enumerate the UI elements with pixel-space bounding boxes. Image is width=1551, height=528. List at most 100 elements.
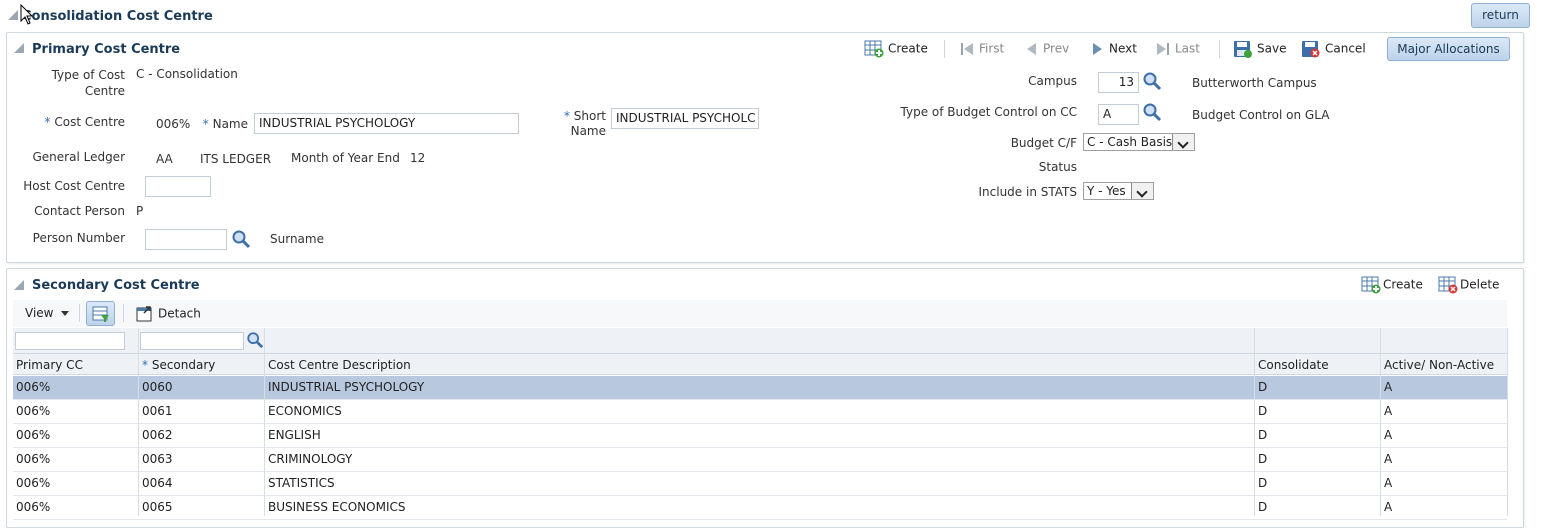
table-row[interactable]: 006% 0065 BUSINESS ECONOMICS D A (13, 496, 1507, 520)
cell-description: ENGLISH (268, 428, 321, 442)
search-icon[interactable] (1142, 71, 1162, 91)
detach-icon (136, 306, 152, 322)
prev-icon (1027, 43, 1036, 55)
collapse-triangle-icon[interactable] (8, 10, 18, 20)
collapse-triangle-icon[interactable] (14, 280, 24, 290)
cancel-button[interactable]: Cancel (1301, 40, 1366, 58)
first-button[interactable]: First (958, 40, 1004, 58)
save-button[interactable]: Save (1233, 40, 1286, 58)
return-button[interactable]: return (1471, 3, 1530, 28)
surname-label: Surname (270, 232, 324, 246)
last-button[interactable]: Last (1154, 40, 1200, 58)
table-row[interactable]: 006% 0062 ENGLISH D A (13, 424, 1507, 448)
cell-primary-cc: 006% (16, 380, 51, 394)
type-of-cost-centre-label: Type of Cost Centre (51, 68, 125, 98)
detach-button[interactable]: Detach (136, 305, 201, 323)
include-stats-select[interactable]: Y - Yes (1083, 182, 1154, 200)
filter-primary-cc[interactable] (15, 332, 125, 350)
cell-consolidate: D (1258, 476, 1268, 490)
cell-description: CRIMINOLOGY (268, 452, 353, 466)
caret-down-icon (61, 311, 70, 316)
create-button[interactable]: Create (864, 40, 928, 58)
view-label: View (25, 306, 54, 320)
filter-toggle-button[interactable] (86, 301, 115, 326)
table-row[interactable]: 006% 0060 INDUSTRIAL PSYCHOLOGY D A (13, 376, 1507, 400)
general-ledger-name: ITS LEDGER (200, 152, 272, 166)
search-icon[interactable] (1142, 102, 1162, 122)
grid-toolbar (13, 300, 1507, 327)
type-of-cost-centre-value: C - Consolidation (136, 67, 238, 81)
name-label: * Name (202, 117, 248, 131)
first-label: First (979, 41, 1005, 56)
cell-secondary: 0064 (142, 476, 173, 490)
column-header-consolidate[interactable]: Consolidate (1258, 358, 1329, 372)
search-icon[interactable] (231, 229, 251, 249)
cell-description: INDUSTRIAL PSYCHOLOGY (268, 380, 425, 394)
cell-active: A (1384, 428, 1393, 442)
include-stats-value: Y - Yes (1087, 184, 1126, 198)
column-header-active[interactable]: Active/ Non-Active (1384, 358, 1494, 372)
column-header-description[interactable]: Cost Centre Description (268, 358, 411, 372)
page-title: Consolidation Cost Centre (22, 9, 213, 24)
table-add-icon (864, 40, 884, 58)
name-field[interactable]: INDUSTRIAL PSYCHOLOGY (254, 113, 519, 134)
person-number-label: Person Number (32, 231, 125, 245)
table-row[interactable]: 006% 0061 ECONOMICS D A (13, 400, 1507, 424)
budget-control-field[interactable]: A (1098, 104, 1139, 125)
cell-description: BUSINESS ECONOMICS (268, 500, 406, 514)
major-allocations-button[interactable]: Major Allocations (1387, 37, 1510, 61)
cell-active: A (1384, 476, 1393, 490)
cost-centre-value: 006% (156, 117, 191, 131)
search-icon[interactable] (246, 331, 264, 349)
table-row[interactable]: 006% 0063 CRIMINOLOGY D A (13, 448, 1507, 472)
table-row[interactable]: 006% 0064 STATISTICS D A (13, 472, 1507, 496)
host-cost-centre-field[interactable] (145, 176, 211, 197)
campus-field[interactable]: 13 (1098, 72, 1139, 93)
contact-person-label: Contact Person (34, 204, 125, 218)
campus-name: Butterworth Campus (1192, 76, 1317, 90)
cell-active: A (1384, 452, 1393, 466)
detach-label: Detach (158, 306, 201, 321)
column-header-primary-cc[interactable]: Primary CC (16, 358, 83, 372)
general-ledger-code: AA (156, 152, 173, 166)
prev-label: Prev (1043, 41, 1070, 56)
include-stats-label: Include in STATS (978, 185, 1078, 199)
collapse-triangle-icon[interactable] (14, 43, 24, 53)
cell-description: ECONOMICS (268, 404, 342, 418)
prev-button[interactable]: Prev (1024, 40, 1069, 58)
filter-icon (92, 306, 109, 322)
short-name-label: * Short Name (563, 109, 606, 138)
short-name-field[interactable]: INDUSTRIAL PSYCHOLC (611, 108, 759, 129)
budget-cf-select[interactable]: C - Cash Basis (1083, 133, 1195, 151)
section-title-secondary: Secondary Cost Centre (32, 278, 200, 293)
cell-consolidate: D (1258, 380, 1268, 394)
cell-consolidate: D (1258, 404, 1268, 418)
delete-secondary-button[interactable]: Delete (1438, 276, 1499, 294)
person-number-field[interactable] (145, 229, 227, 250)
cell-secondary: 0065 (142, 500, 173, 514)
create-label: Create (1383, 277, 1423, 292)
cell-primary-cc: 006% (16, 452, 51, 466)
budget-control-name: Budget Control on GLA (1192, 108, 1330, 122)
view-menu[interactable]: View (25, 306, 70, 320)
budget-cf-label: Budget C/F (1010, 136, 1077, 150)
filter-secondary[interactable] (140, 332, 244, 350)
last-icon (1157, 43, 1169, 55)
first-icon (961, 43, 973, 55)
cell-secondary: 0062 (142, 428, 173, 442)
cell-primary-cc: 006% (16, 500, 51, 514)
cancel-icon (1302, 41, 1320, 58)
cell-description: STATISTICS (268, 476, 335, 490)
cell-primary-cc: 006% (16, 476, 51, 490)
save-icon (1234, 41, 1252, 58)
cell-active: A (1384, 404, 1393, 418)
cell-active: A (1384, 380, 1393, 394)
month-year-end-label: Month of Year End (291, 151, 400, 165)
cell-consolidate: D (1258, 428, 1268, 442)
cell-primary-cc: 006% (16, 404, 51, 418)
cell-active: A (1384, 500, 1393, 514)
section-title-primary: Primary Cost Centre (32, 42, 181, 57)
next-button[interactable]: Next (1090, 40, 1137, 58)
create-secondary-button[interactable]: Create (1361, 276, 1423, 294)
column-header-secondary[interactable]: * Secondary (142, 358, 215, 372)
